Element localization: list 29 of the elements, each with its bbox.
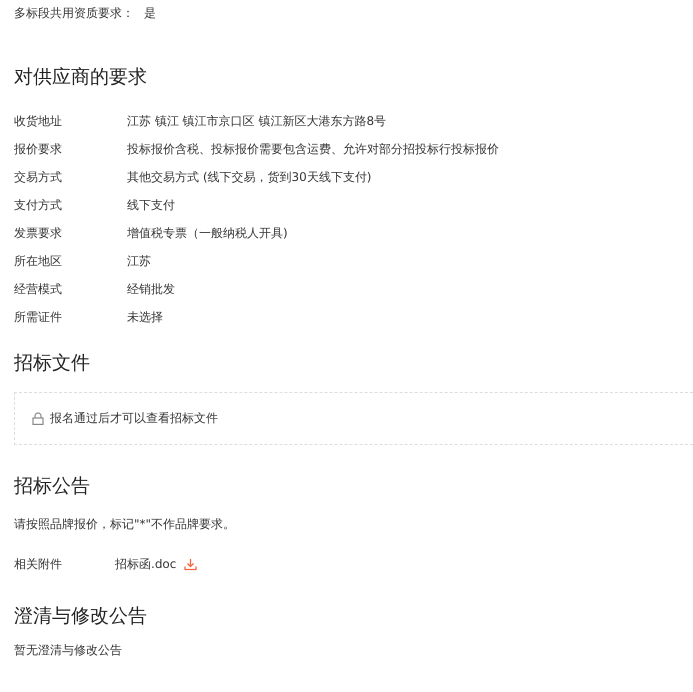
field-label: 多标段共用资质要求： xyxy=(14,6,134,20)
field-value: 线下支付 xyxy=(127,197,175,214)
empty-text: 暂无澄清与修改公告 xyxy=(14,642,123,659)
field-label: 经营模式 xyxy=(14,281,63,298)
announcement-text: 请按照品牌报价，标记"*"不作品牌要求。 xyxy=(14,516,236,533)
field-value: 江苏 xyxy=(127,253,151,270)
field-label: 支付方式 xyxy=(14,197,63,214)
lock-icon xyxy=(32,412,44,425)
notice-text: 报名通过后才可以查看招标文件 xyxy=(50,410,218,427)
section-title: 澄清与修改公告 xyxy=(14,604,148,629)
field-value: 其他交易方式 (线下交易，货到30天线下支付) xyxy=(127,169,372,186)
field-value: 经销批发 xyxy=(127,281,175,298)
section-title: 对供应商的要求 xyxy=(14,65,148,90)
field-label: 交易方式 xyxy=(14,169,63,186)
field-label: 相关附件 xyxy=(14,556,63,573)
field-label: 报价要求 xyxy=(14,141,63,158)
field-value: 未选择 xyxy=(127,309,163,326)
section-title: 招标公告 xyxy=(14,474,91,499)
download-icon[interactable] xyxy=(184,558,198,570)
field-label: 发票要求 xyxy=(14,225,63,242)
field-label: 收货地址 xyxy=(14,113,63,130)
field-value: 是 xyxy=(144,6,156,20)
field-label: 所需证件 xyxy=(14,309,63,326)
section-title: 招标文件 xyxy=(14,351,91,376)
field-value: 投标报价含税、投标报价需要包含运费、允许对部分招投标行投标报价 xyxy=(127,141,499,158)
field-value: 江苏 镇江 镇江市京口区 镇江新区大港东方路8号 xyxy=(127,113,386,130)
file-link[interactable]: 招标函.doc xyxy=(115,555,176,573)
field-value: 增值税专票（一般纳税人开具) xyxy=(127,225,288,242)
field-label: 所在地区 xyxy=(14,253,63,270)
